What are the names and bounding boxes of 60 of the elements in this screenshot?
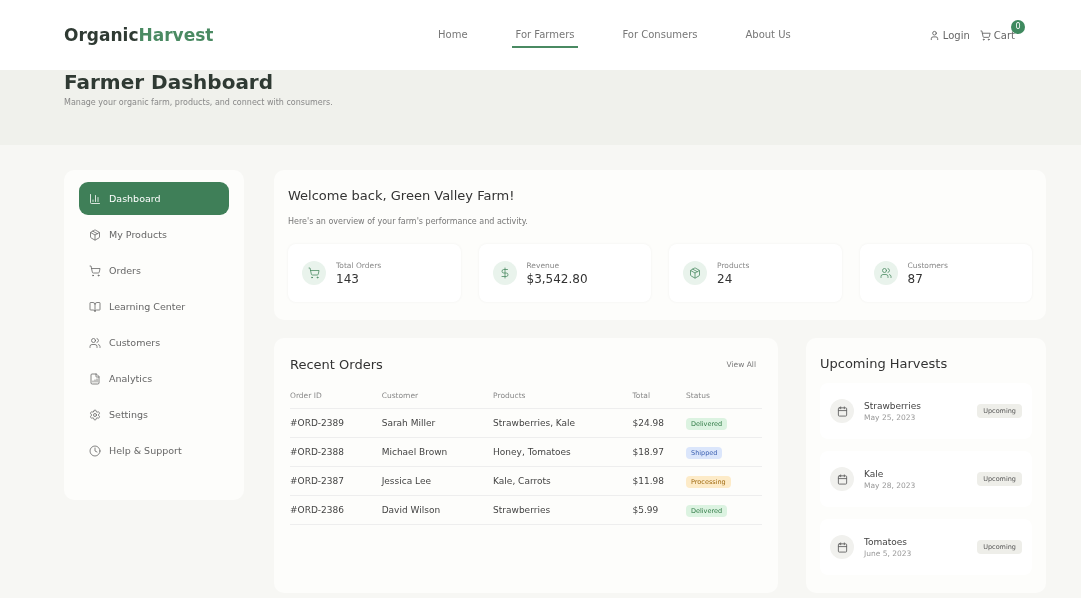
page-subtitle: Manage your organic farm, products, and connect with consumers. (64, 98, 334, 107)
users-icon (89, 336, 101, 349)
cart-icon (308, 267, 320, 279)
stat-value: $3,542.80 (526, 271, 588, 286)
table-cell: David Wilson (381, 495, 494, 525)
harvest-name: Tomatoes (864, 536, 909, 547)
table-cell: Strawberries, Kale (493, 408, 633, 438)
brand-logo[interactable]: OrganicHarvest (64, 25, 364, 45)
table-cell: $11.98 (632, 466, 686, 496)
harvest-name: Kale (864, 468, 885, 479)
cart-icon (979, 29, 991, 41)
nav-link[interactable]: About Us (741, 22, 795, 48)
table-cell: $18.97 (632, 437, 686, 467)
package-icon (89, 228, 101, 241)
stat-value: 87 (907, 271, 924, 286)
orders-title: Recent Orders (290, 357, 383, 372)
sidebar-item[interactable]: Learning Center (79, 290, 229, 323)
table-cell: Michael Brown (381, 437, 494, 467)
book-icon (89, 300, 101, 313)
report-icon (89, 372, 101, 385)
cart-icon (89, 264, 101, 277)
login-link[interactable]: Login (928, 29, 970, 41)
sidebar-item[interactable]: Orders (79, 254, 229, 287)
sidebar-item[interactable]: Analytics (79, 362, 229, 395)
stat-value: 24 (717, 271, 734, 286)
nav-link[interactable]: Home (434, 22, 472, 48)
sidebar-item[interactable]: My Products (79, 218, 229, 251)
clock-icon (89, 444, 101, 457)
nav-link[interactable]: For Consumers (618, 22, 702, 48)
calendar-icon (836, 473, 848, 485)
sidebar-item[interactable]: Help & Support (79, 434, 229, 467)
page-title: Farmer Dashboard (64, 70, 275, 94)
sidebar-item[interactable]: Dashboard (79, 182, 229, 215)
dollar-icon (498, 267, 511, 279)
sidebar-item[interactable]: Customers (79, 326, 229, 359)
harvest-name: Strawberries (864, 400, 922, 411)
package-icon (689, 267, 701, 279)
table-cell: Jessica Lee (381, 466, 494, 496)
table-cell: Kale, Carrots (493, 466, 633, 496)
table-cell: #ORD-2389 (290, 408, 382, 438)
calendar-icon (836, 541, 848, 553)
table-cell: Sarah Miller (381, 408, 494, 438)
nav-link[interactable]: For Farmers (511, 22, 579, 48)
user-icon (928, 29, 940, 41)
table-cell: Strawberries (493, 495, 633, 525)
users-icon (879, 267, 892, 279)
table-cell: $24.98 (632, 408, 686, 438)
sidebar-item[interactable]: Settings (79, 398, 229, 431)
welcome-title: Welcome back, Green Valley Farm! (288, 188, 516, 203)
stat-value: 143 (336, 271, 360, 286)
bar-chart-icon (89, 192, 101, 205)
table-cell: Honey, Tomatoes (493, 437, 633, 467)
harvests-title: Upcoming Harvests (820, 356, 949, 371)
table-cell: #ORD-2387 (290, 466, 382, 496)
calendar-icon (836, 405, 848, 417)
gear-icon (89, 408, 101, 421)
table-cell: $5.99 (632, 495, 686, 525)
table-cell: #ORD-2386 (290, 495, 382, 525)
table-cell: #ORD-2388 (290, 437, 382, 467)
welcome-text: Here's an overview of your farm's performance and activity. (288, 217, 529, 226)
